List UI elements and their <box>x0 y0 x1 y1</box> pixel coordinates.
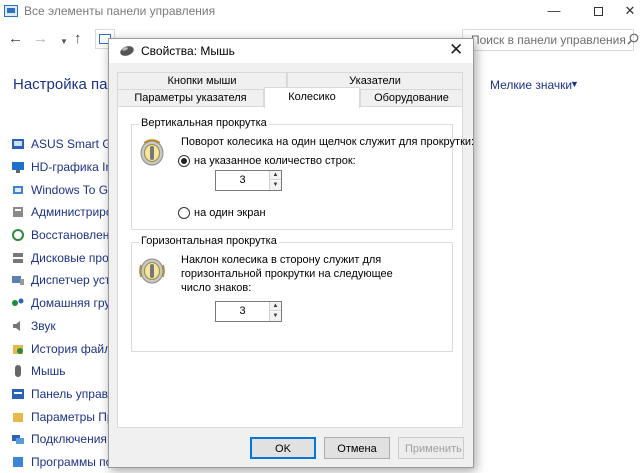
spin-down-icon[interactable]: ▼ <box>270 181 281 190</box>
wheel-tab-panel: Вертикальная прокрутка Поворот колесика … <box>117 106 474 428</box>
tab-hardware[interactable]: Оборудование <box>360 89 463 106</box>
tab-pointer-options[interactable]: Параметры указателя <box>117 89 264 106</box>
lines-radio[interactable] <box>178 155 190 167</box>
chars-stepper[interactable]: 3 ▲ ▼ <box>215 301 282 322</box>
vertical-scrolling-group: Вертикальная прокрутка Поворот колесика … <box>131 117 474 230</box>
chevron-down-icon[interactable]: ▼ <box>570 79 579 89</box>
tab-wheel[interactable]: Колесико <box>264 87 360 108</box>
admin-tools-icon <box>11 205 25 219</box>
dialog-title: Свойства: Мышь <box>141 44 235 58</box>
recovery-icon <box>11 228 25 242</box>
spin-up-icon[interactable]: ▲ <box>270 171 281 180</box>
forward-arrow-icon[interactable]: → <box>33 29 48 49</box>
horizontal-scrolling-label: Горизонтальная прокрутка <box>139 235 279 247</box>
lines-stepper[interactable]: 3 ▲ ▼ <box>215 170 282 191</box>
search-icon[interactable] <box>627 33 639 48</box>
apply-button[interactable]: Применить <box>398 437 464 459</box>
tab-mouse-buttons[interactable]: Кнопки мыши <box>117 72 287 89</box>
search-placeholder: Поиск в панели управления <box>471 33 626 47</box>
scroll-wheel-vertical-icon <box>139 137 165 170</box>
one-screen-radio-label[interactable]: на один экран <box>194 207 266 219</box>
page-title: Настройка пар <box>13 76 116 93</box>
mouse-properties-dialog: Свойства: Мышь ✕ Кнопки мыши Указатели П… <box>108 38 474 468</box>
control-panel-window-title: Все элементы панели управления <box>24 4 216 18</box>
homegroup-icon <box>11 296 25 310</box>
mouse-icon <box>11 364 25 378</box>
horizontal-scrolling-group: Горизонтальная прокрутка Наклон колесика… <box>131 235 453 352</box>
control-panel-titlebar: Все элементы панели управления — ✕ <box>0 0 640 24</box>
recent-locations-chevron-icon[interactable]: ▼ <box>60 32 68 52</box>
vertical-description: Поворот колесика на один щелчок служит д… <box>181 136 475 148</box>
usb-drive-icon <box>11 183 25 197</box>
view-by-dropdown[interactable]: Мелкие значки <box>490 78 572 92</box>
cancel-button[interactable]: Отмена <box>324 437 390 459</box>
lines-radio-label[interactable]: на указанное количество строк: <box>194 155 356 167</box>
maximize-icon <box>593 7 603 17</box>
speaker-icon <box>11 319 25 333</box>
mouse-icon <box>119 45 135 60</box>
chars-value[interactable]: 3 <box>216 302 269 321</box>
ok-button[interactable]: OK <box>250 437 316 459</box>
touchpad-icon <box>11 137 25 151</box>
explorer-options-icon <box>11 410 25 424</box>
file-history-icon <box>11 342 25 356</box>
lines-value[interactable]: 3 <box>216 171 269 190</box>
remote-connections-icon <box>11 432 25 446</box>
close-window-button[interactable]: ✕ <box>620 0 640 24</box>
back-arrow-icon[interactable]: ← <box>8 29 23 49</box>
dialog-titlebar: Свойства: Мышь ✕ <box>109 39 473 63</box>
minimize-button[interactable]: — <box>532 0 576 24</box>
horizontal-description-line-2: горизонтальной прокрутки на следующее <box>181 268 393 280</box>
control-panel-app-icon <box>4 5 18 17</box>
up-arrow-icon[interactable]: ↑ <box>74 29 82 49</box>
control-panel-icon <box>11 387 25 401</box>
storage-icon <box>11 251 25 265</box>
maximize-button[interactable] <box>576 0 620 24</box>
search-input[interactable]: Поиск в панели управления <box>462 29 639 51</box>
horizontal-description-line-3: число знаков: <box>181 282 252 294</box>
display-icon <box>11 160 25 174</box>
horizontal-description-line-1: Наклон колесика в сторону служит для <box>181 254 382 266</box>
scroll-wheel-horizontal-icon <box>139 255 165 288</box>
vertical-scrolling-label: Вертикальная прокрутка <box>139 117 269 129</box>
one-screen-radio[interactable] <box>178 207 190 219</box>
spin-up-icon[interactable]: ▲ <box>270 302 281 311</box>
device-manager-icon <box>11 273 25 287</box>
spin-down-icon[interactable]: ▼ <box>270 312 281 321</box>
close-icon[interactable]: ✕ <box>449 41 463 59</box>
